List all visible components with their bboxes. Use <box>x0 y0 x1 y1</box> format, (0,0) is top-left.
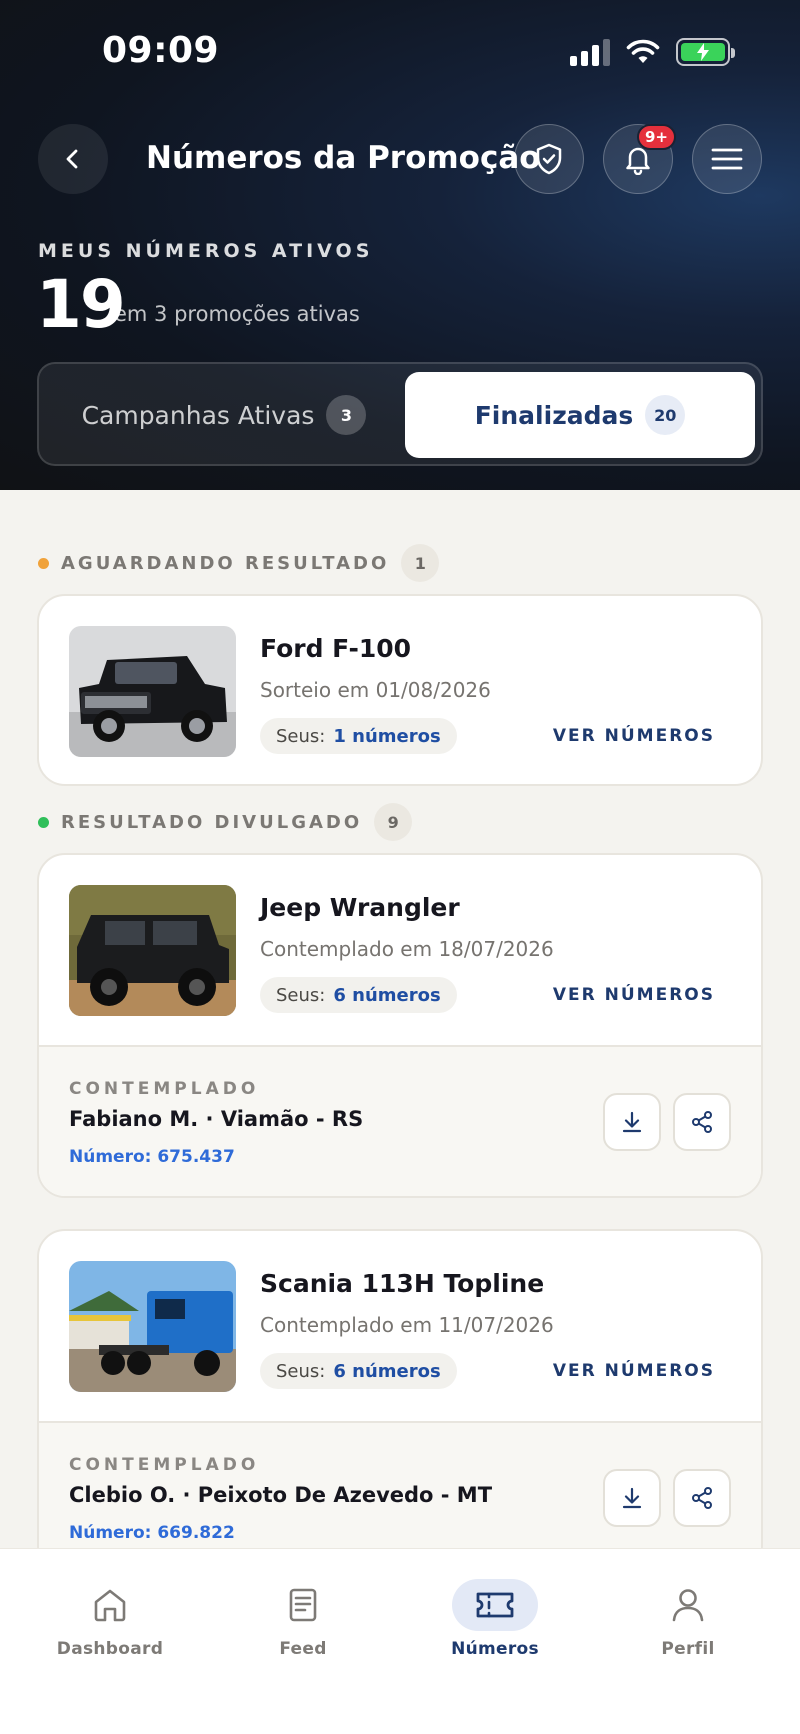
vehicle-photo-ford <box>69 626 236 757</box>
charging-bolt-icon <box>697 43 709 61</box>
tab-label: Finalizadas <box>474 400 634 430</box>
card-date: Sorteio em 01/08/2026 <box>260 678 491 702</box>
seus-value: 6 números <box>333 1360 441 1382</box>
nav-item-dashboard[interactable]: Dashboard <box>30 1579 190 1659</box>
share-icon <box>692 1487 712 1509</box>
card-date: Contemplado em 18/07/2026 <box>260 937 554 961</box>
seus-label: Seus: <box>276 725 326 747</box>
nav-label: Dashboard <box>56 1639 164 1659</box>
hamburger-menu-icon <box>711 148 743 170</box>
security-button[interactable] <box>514 124 584 194</box>
user-numbers-pill: Seus: 1 números <box>260 718 457 754</box>
vehicle-photo-jeep <box>69 885 236 1016</box>
page-title: Números da Promoção <box>146 140 541 176</box>
download-button[interactable] <box>603 1469 661 1527</box>
card-title: Ford F-100 <box>260 634 412 663</box>
group-awaiting-result: AGUARDANDO RESULTADO 1 <box>38 544 440 582</box>
cellular-signal-icon <box>570 38 610 66</box>
promo-card-ford[interactable]: Ford F-100 Sorteio em 01/08/2026 Seus: 1… <box>37 594 763 786</box>
promo-card-scania[interactable]: Scania 113H Topline Contemplado em 11/07… <box>37 1229 763 1574</box>
view-numbers-link[interactable]: VER NÚMEROS <box>553 726 715 746</box>
nav-label: Perfil <box>661 1639 715 1659</box>
nav-item-numeros[interactable]: Números <box>415 1579 575 1659</box>
download-button[interactable] <box>603 1093 661 1151</box>
seus-value: 1 números <box>333 725 441 747</box>
share-icon <box>692 1111 712 1133</box>
tab-label: Campanhas Ativas <box>81 400 315 430</box>
promo-card-jeep[interactable]: Jeep Wrangler Contemplado em 18/07/2026 … <box>37 853 763 1198</box>
seus-label: Seus: <box>276 1360 326 1382</box>
status-dot-green <box>38 816 49 828</box>
winner-name: Fabiano M. · Viamão - RS <box>69 1107 364 1131</box>
active-numbers-eyebrow: MEUS NÚMEROS ATIVOS <box>38 240 374 262</box>
back-button[interactable] <box>38 124 108 194</box>
active-numbers-count: 19 <box>36 266 126 343</box>
home-icon <box>94 1589 126 1622</box>
group-count-badge: 9 <box>374 803 413 841</box>
notification-badge: 9+ <box>637 124 677 150</box>
share-button[interactable] <box>673 1469 731 1527</box>
group-label: AGUARDANDO RESULTADO <box>61 552 390 574</box>
status-dot-orange <box>38 557 49 569</box>
nav-item-feed[interactable]: Feed <box>223 1579 383 1659</box>
winner-eyebrow: CONTEMPLADO <box>69 1079 260 1099</box>
status-icons <box>570 38 735 66</box>
vehicle-photo-scania <box>69 1261 236 1392</box>
view-numbers-link[interactable]: VER NÚMEROS <box>553 985 715 1005</box>
group-count-badge: 1 <box>401 544 440 582</box>
winner-number: Número: 669.822 <box>69 1523 235 1543</box>
user-icon <box>672 1589 704 1622</box>
card-title: Jeep Wrangler <box>260 893 460 922</box>
nav-label: Números <box>451 1639 539 1659</box>
ticket-icon <box>476 1592 514 1618</box>
user-numbers-pill: Seus: 6 números <box>260 1353 457 1389</box>
winner-eyebrow: CONTEMPLADO <box>69 1455 260 1475</box>
bottom-navigation: Dashboard Feed Números Perfil <box>0 1548 800 1734</box>
card-title: Scania 113H Topline <box>260 1269 545 1298</box>
view-numbers-link[interactable]: VER NÚMEROS <box>553 1361 715 1381</box>
seus-value: 6 números <box>333 984 441 1006</box>
group-result-published: RESULTADO DIVULGADO 9 <box>38 803 413 841</box>
shield-check-icon <box>536 143 562 175</box>
share-button[interactable] <box>673 1093 731 1151</box>
tab-finalizadas[interactable]: Finalizadas 20 <box>405 372 755 458</box>
nav-label: Feed <box>279 1639 327 1659</box>
winner-name: Clebio O. · Peixoto De Azevedo - MT <box>69 1483 493 1507</box>
user-numbers-pill: Seus: 6 números <box>260 977 457 1013</box>
menu-button[interactable] <box>692 124 762 194</box>
battery-icon <box>676 38 735 66</box>
tab-campanhas-ativas[interactable]: Campanhas Ativas 3 <box>47 372 401 458</box>
card-date: Contemplado em 11/07/2026 <box>260 1313 554 1337</box>
tab-bar: Campanhas Ativas 3 Finalizadas 20 <box>37 362 763 466</box>
group-label: RESULTADO DIVULGADO <box>61 811 363 833</box>
status-time: 09:09 <box>102 30 220 71</box>
winner-number: Número: 675.437 <box>69 1147 235 1167</box>
nav-item-perfil[interactable]: Perfil <box>608 1579 768 1659</box>
wifi-icon <box>626 39 660 63</box>
download-icon <box>622 1111 642 1133</box>
document-icon <box>289 1588 317 1622</box>
active-numbers-subtitle: em 3 promoções ativas <box>114 302 360 326</box>
header: 09:09 Números da Promoção 9+ MEUS NÚMERO… <box>0 0 800 490</box>
seus-label: Seus: <box>276 984 326 1006</box>
tab-count-badge: 3 <box>326 395 367 435</box>
chevron-left-icon <box>66 149 78 169</box>
download-icon <box>622 1487 642 1509</box>
winner-section: CONTEMPLADO Fabiano M. · Viamão - RS Núm… <box>39 1045 761 1196</box>
tab-count-badge: 20 <box>645 395 686 435</box>
